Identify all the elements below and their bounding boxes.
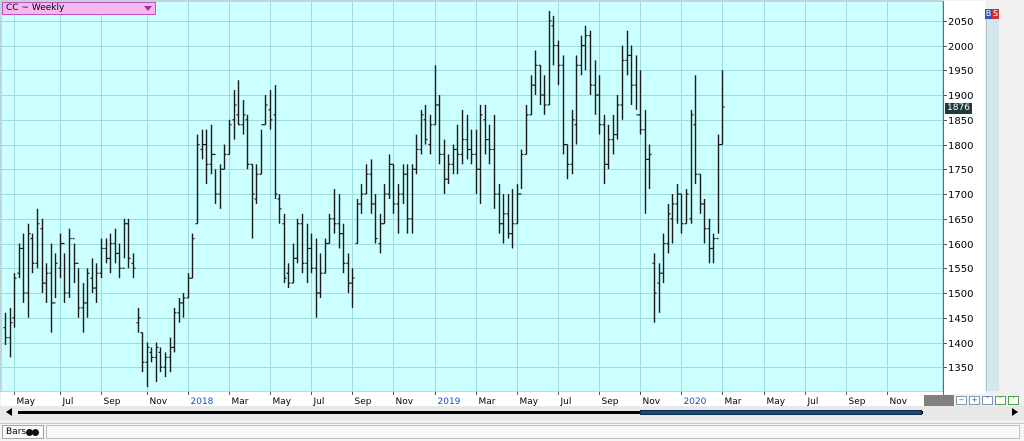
last-price-marker: 1876	[945, 103, 972, 114]
y-tick-label: 1800	[948, 141, 973, 152]
time-axis-area	[1, 392, 943, 406]
zoom-out-icon[interactable]: −	[956, 396, 967, 405]
auto-scale-icon[interactable]: ˅	[1008, 396, 1019, 405]
sell-button[interactable]: S	[992, 9, 999, 19]
y-tick-label: 1950	[948, 66, 973, 77]
y-tick-label: 1850	[948, 116, 973, 127]
chart-window: 1350 1400 1450 1500 1550 1600 1650 1700 1750 1800…	[0, 0, 1024, 441]
y-tick-label: 2050	[948, 17, 973, 28]
zoom-in-icon[interactable]: +	[969, 396, 980, 405]
y-tick-label: 1350	[948, 363, 973, 374]
y-tick-label: 1750	[948, 165, 973, 176]
y-tick-label: 1500	[948, 289, 973, 300]
scroll-thumb[interactable]	[640, 410, 922, 415]
symbol-label: CC ~ Weekly	[6, 3, 65, 13]
bars-tab-label: Bars	[6, 427, 27, 437]
scroll-left-icon[interactable]	[6, 408, 12, 416]
dropdown-arrow-icon[interactable]	[144, 6, 152, 11]
price-chart[interactable]: 1350 1400 1450 1500 1550 1600 1650 1700 1750 1800…	[0, 0, 1024, 441]
scroll-right-icon[interactable]	[1012, 408, 1018, 416]
scale-corner-block	[924, 395, 954, 406]
y-tick-label: 1450	[948, 314, 973, 325]
scroll-up-icon[interactable]: ˄	[995, 396, 1006, 405]
price-scale-strip[interactable]	[986, 19, 999, 391]
y-tick-label: 2000	[948, 42, 973, 53]
y-tick-label: 1550	[948, 264, 973, 275]
link-icon[interactable]	[26, 429, 40, 436]
y-tick-label: 1700	[948, 190, 973, 201]
scroll-down-icon[interactable]: ˅	[982, 396, 993, 405]
y-tick-label: 1600	[948, 240, 973, 251]
symbol-selector[interactable]: CC ~ Weekly	[2, 2, 156, 15]
y-tick-label: 1400	[948, 339, 973, 350]
y-tick-label: 1900	[948, 91, 973, 102]
y-tick-label: 1650	[948, 215, 973, 226]
bottom-status-field	[46, 425, 1020, 439]
buy-button[interactable]: B	[985, 9, 992, 19]
